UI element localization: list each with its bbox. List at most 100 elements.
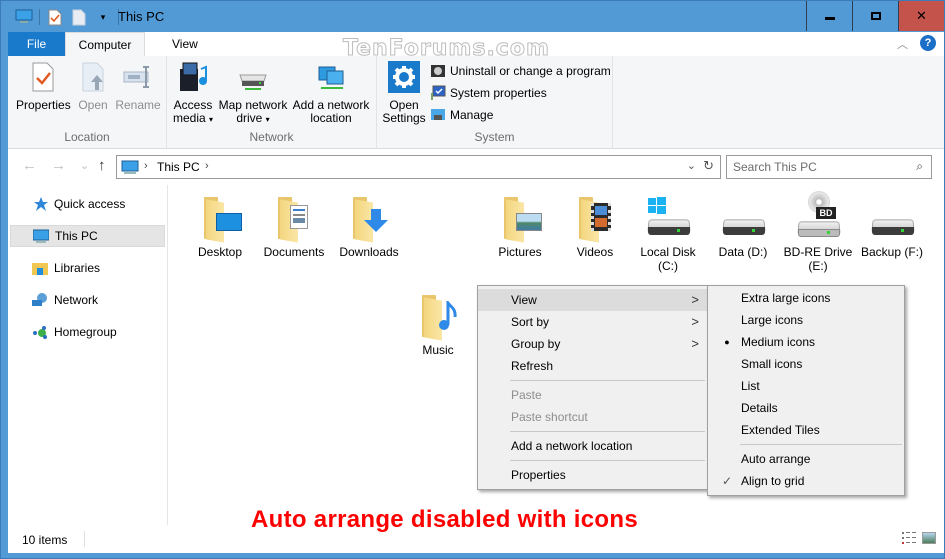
menu-item-add-network-location[interactable]: Add a network location <box>478 435 707 457</box>
menu-item-paste[interactable]: Paste <box>478 384 707 406</box>
open-settings-button[interactable]: Open Settings <box>381 61 427 125</box>
add-network-location-button[interactable]: Add a network location <box>291 61 371 125</box>
quick-access-star-icon <box>32 196 48 212</box>
menu-item-group-by[interactable]: Group by > <box>478 333 707 355</box>
tab-computer[interactable]: Computer <box>65 32 145 56</box>
search-box[interactable]: ⌕ <box>726 155 932 179</box>
add-network-location-label-line2: location <box>310 111 352 125</box>
nav-item-libraries[interactable]: Libraries <box>10 257 165 279</box>
item-label-line1: Local Disk <box>640 245 696 259</box>
item-local-disk-c[interactable]: Local Disk (C:) <box>630 193 706 273</box>
menu-item-view[interactable]: View > <box>478 289 707 311</box>
menu-item-label: Small icons <box>741 357 803 371</box>
back-button[interactable]: ← <box>22 157 37 174</box>
minimize-button[interactable] <box>806 1 852 31</box>
view-submenu: Extra large icons Large icons ● Medium ic… <box>707 285 905 496</box>
tab-view[interactable]: View <box>158 32 212 56</box>
customize-dropdown-icon[interactable]: ▾ <box>94 8 112 26</box>
menu-item-refresh[interactable]: Refresh <box>478 355 707 377</box>
breadcrumb-chevron-icon[interactable]: › <box>144 160 148 172</box>
properties-icon[interactable] <box>46 8 64 26</box>
rename-button[interactable]: Rename <box>114 61 162 112</box>
context-menu: View > Sort by > Group by > Refresh Paste P… <box>477 285 708 490</box>
submenu-item-medium-icons[interactable]: ● Medium icons <box>708 331 904 353</box>
submenu-item-extended-tiles[interactable]: Extended Tiles <box>708 419 904 441</box>
forward-button[interactable]: → <box>51 157 66 174</box>
item-backup-f[interactable]: Backup (F:) <box>854 193 930 259</box>
maximize-button[interactable] <box>852 1 898 31</box>
submenu-item-small-icons[interactable]: Small icons <box>708 353 904 375</box>
map-network-drive-label-line2: drive <box>236 111 263 125</box>
collapse-ribbon-icon[interactable]: ︿ <box>897 36 908 52</box>
item-data-d[interactable]: Data (D:) <box>705 193 781 259</box>
radio-selected-icon: ● <box>724 337 730 347</box>
item-pictures[interactable]: Pictures <box>482 193 558 259</box>
breadcrumb-this-pc[interactable]: This PC <box>157 160 200 174</box>
menu-item-label: Details <box>741 401 778 415</box>
item-count: 10 items <box>22 533 68 547</box>
menu-item-sort-by[interactable]: Sort by > <box>478 311 707 333</box>
close-button[interactable]: ✕ <box>898 1 944 31</box>
nav-item-network[interactable]: Network <box>10 289 165 311</box>
item-music[interactable]: Music <box>400 291 476 357</box>
menu-item-properties[interactable]: Properties <box>478 464 707 486</box>
submenu-item-large-icons[interactable]: Large icons <box>708 309 904 331</box>
submenu-item-details[interactable]: Details <box>708 397 904 419</box>
item-bd-re-drive-e[interactable]: BD BD-RE Drive (E:) <box>780 191 856 273</box>
uninstall-program-button[interactable]: Uninstall or change a program <box>430 61 611 81</box>
submenu-item-list[interactable]: List <box>708 375 904 397</box>
ribbon: Properties Open Rename Location Access m… <box>8 56 944 149</box>
system-properties-button[interactable]: System properties <box>430 83 547 103</box>
properties-icon <box>27 61 59 93</box>
group-label-network: Network <box>249 130 294 144</box>
large-icons-view-icon[interactable] <box>922 532 936 544</box>
this-pc-icon <box>32 228 50 244</box>
nav-item-quick-access[interactable]: Quick access <box>10 193 165 215</box>
address-history-dropdown[interactable]: ⌄ <box>687 159 696 172</box>
manage-button[interactable]: Manage <box>430 105 493 125</box>
tab-file[interactable]: File <box>8 32 65 56</box>
address-bar[interactable]: › This PC › ⌄ ↻ <box>116 155 721 179</box>
new-folder-icon[interactable] <box>70 8 88 26</box>
qat-separator <box>39 9 40 25</box>
access-media-label-line1: Access <box>173 98 213 112</box>
menu-item-paste-shortcut[interactable]: Paste shortcut <box>478 406 707 428</box>
recent-locations-button[interactable]: ⌄ <box>80 159 89 172</box>
details-view-icon[interactable] <box>902 532 916 544</box>
open-icon <box>77 61 109 93</box>
add-network-location-label-line1: Add a network <box>292 98 370 112</box>
item-documents[interactable]: Documents <box>256 193 332 259</box>
submenu-item-align-to-grid[interactable]: ✓ Align to grid <box>708 470 904 492</box>
search-icon[interactable]: ⌕ <box>916 159 923 174</box>
nav-item-homegroup[interactable]: Homegroup <box>10 321 165 343</box>
open-button[interactable]: Open <box>74 61 112 112</box>
menu-item-label: List <box>741 379 760 393</box>
windows-drive-icon <box>644 193 692 241</box>
this-pc-icon[interactable] <box>15 8 33 26</box>
status-separator <box>84 531 85 547</box>
properties-button[interactable]: Properties <box>16 61 71 112</box>
submenu-item-auto-arrange[interactable]: Auto arrange <box>708 448 904 470</box>
search-input[interactable] <box>733 160 903 174</box>
network-icon <box>32 292 48 308</box>
nav-item-label: This PC <box>55 229 98 243</box>
help-icon[interactable]: ? <box>920 35 936 51</box>
map-network-drive-button[interactable]: Map network drive ▾ <box>217 61 289 126</box>
refresh-icon[interactable]: ↻ <box>703 158 714 174</box>
item-label-line1: BD-RE Drive <box>783 245 853 259</box>
map-network-drive-icon <box>237 61 269 93</box>
menu-separator <box>510 380 705 381</box>
nav-item-this-pc[interactable]: This PC <box>10 225 165 247</box>
window-title: This PC <box>118 9 165 24</box>
item-videos[interactable]: Videos <box>557 193 633 259</box>
item-desktop[interactable]: Desktop <box>182 193 258 259</box>
access-media-button[interactable]: Access media ▾ <box>171 61 215 126</box>
breadcrumb-chevron-icon[interactable]: › <box>205 160 209 172</box>
item-downloads[interactable]: Downloads <box>331 193 407 259</box>
item-label: Desktop <box>197 245 243 259</box>
navigation-bar: ← → ⌄ ↑ › This PC › ⌄ ↻ ⌕ <box>8 149 944 185</box>
homegroup-icon <box>32 324 48 340</box>
submenu-item-extra-large-icons[interactable]: Extra large icons <box>708 287 904 309</box>
navigation-pane: Quick access This PC Libraries Network H… <box>8 185 168 525</box>
up-button[interactable]: ↑ <box>98 157 106 174</box>
